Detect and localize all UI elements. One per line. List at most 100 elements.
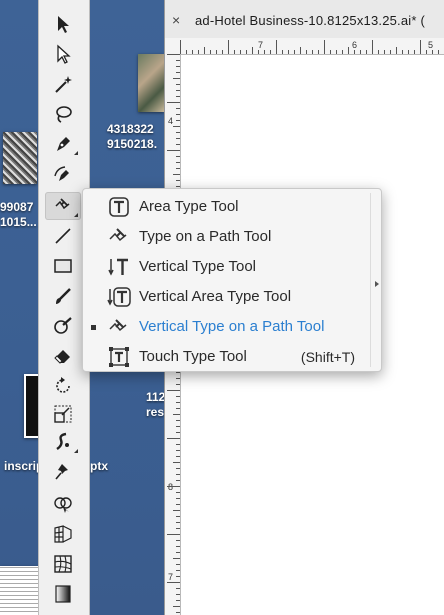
more-tools-indicator xyxy=(74,213,78,217)
ruler-tick xyxy=(402,50,403,54)
puppet-warp-tool[interactable] xyxy=(45,458,81,486)
ruler-tick xyxy=(396,47,397,54)
ruler-tick xyxy=(176,480,180,481)
desktop-file-label[interactable]: res xyxy=(146,405,164,419)
ruler-tick xyxy=(414,50,415,54)
ruler-tick xyxy=(176,600,180,601)
line-segment-tool[interactable] xyxy=(45,222,81,250)
desktop-file-label[interactable]: 112 xyxy=(146,390,165,404)
type-on-path-icon xyxy=(109,228,127,242)
ruler-tick xyxy=(306,50,307,54)
ruler-tick xyxy=(432,50,433,54)
arrow-white-icon xyxy=(57,44,71,64)
document-tab-title[interactable]: ad-Hotel Business-10.8125x13.25.ai* ( xyxy=(195,13,425,28)
ruler-tick xyxy=(378,50,379,54)
perspective-grid-tool[interactable] xyxy=(45,520,81,548)
ruler-tick xyxy=(216,50,217,54)
rectangle-tool[interactable] xyxy=(45,252,81,280)
ruler-tick xyxy=(167,54,180,55)
flyout-tearoff-strip[interactable] xyxy=(370,193,381,367)
ruler-tick xyxy=(198,50,199,54)
shape-builder-tool[interactable] xyxy=(45,490,81,518)
ruler-tick xyxy=(420,40,421,54)
ruler-tick xyxy=(222,50,223,54)
desktop-file-label[interactable]: 4318322 xyxy=(107,122,154,136)
rotate-tool[interactable] xyxy=(45,372,81,400)
curvature-pen-icon xyxy=(54,166,69,181)
ruler-tick xyxy=(176,594,180,595)
ruler-tick xyxy=(294,50,295,54)
ruler-tick xyxy=(173,78,180,79)
ruler-tick xyxy=(167,582,180,583)
ruler-tick xyxy=(336,50,337,54)
ruler-tick xyxy=(173,414,180,415)
menu-item-label: Area Type Tool xyxy=(139,198,239,215)
more-tools-indicator xyxy=(74,449,78,453)
ruler-tick xyxy=(176,162,180,163)
mesh-tool[interactable] xyxy=(45,550,81,578)
ruler-tick xyxy=(176,570,180,571)
selection-tool[interactable] xyxy=(45,10,81,38)
desktop-file-label[interactable]: ptx xyxy=(90,459,108,473)
lasso-tool[interactable] xyxy=(45,100,81,128)
ruler-tick xyxy=(167,150,180,151)
ruler-tick xyxy=(330,50,331,54)
menu-item-vertical-type-tool[interactable]: Vertical Type Tool xyxy=(83,252,369,282)
desktop-file-label[interactable]: 99087 xyxy=(0,200,33,214)
arrow-black-icon xyxy=(58,16,69,33)
paintbrush-icon xyxy=(56,288,71,304)
ruler-tick xyxy=(438,50,439,54)
ruler-tick xyxy=(270,50,271,54)
ruler-tick xyxy=(176,612,180,613)
pen-tool[interactable] xyxy=(45,130,81,158)
rectangle-icon xyxy=(54,259,72,273)
scale-icon xyxy=(54,405,72,423)
desktop-file-label[interactable]: 1015... xyxy=(0,215,37,229)
warp-tool[interactable] xyxy=(45,428,81,456)
type-on-path-icon xyxy=(55,198,70,210)
ruler-tick xyxy=(176,450,180,451)
ruler-tick xyxy=(176,456,180,457)
eraser-tool[interactable] xyxy=(45,342,81,370)
menu-item-vertical-area-type-tool[interactable]: Vertical Area Type Tool xyxy=(83,282,369,312)
menu-item-type-on-path-tool[interactable]: Type on a Path Tool xyxy=(83,222,369,252)
desktop-file-label[interactable]: 9150218. xyxy=(107,137,157,151)
ruler-tick xyxy=(176,180,180,181)
desktop-file-thumbnail[interactable] xyxy=(138,54,164,112)
ruler-tick xyxy=(176,498,180,499)
ruler-tick xyxy=(186,50,187,54)
ruler-tick xyxy=(180,40,181,54)
direct-selection-tool[interactable] xyxy=(45,40,81,68)
ruler-tick xyxy=(426,50,427,54)
ruler-tick xyxy=(176,66,180,67)
gradient-tool[interactable] xyxy=(45,580,81,608)
ruler-tick xyxy=(176,564,180,565)
curvature-tool[interactable] xyxy=(45,160,81,188)
magic-wand-tool[interactable] xyxy=(45,70,81,98)
desktop-file-thumbnail[interactable] xyxy=(3,132,37,184)
ruler-tick xyxy=(167,438,180,439)
shape-builder-icon xyxy=(54,497,72,513)
ruler-tick xyxy=(176,522,180,523)
horizontal-ruler[interactable]: 7 6 5 xyxy=(180,38,444,55)
ruler-tick xyxy=(176,504,180,505)
menu-item-touch-type-tool[interactable]: Touch Type Tool (Shift+T) xyxy=(83,342,369,372)
ruler-tick xyxy=(408,50,409,54)
warp-icon xyxy=(56,432,69,450)
close-tab-icon[interactable]: × xyxy=(172,13,180,27)
desktop-file-thumbnail[interactable] xyxy=(0,566,40,615)
scale-tool[interactable] xyxy=(45,400,81,428)
menu-item-area-type-tool[interactable]: Area Type Tool xyxy=(83,192,369,222)
blob-brush-tool[interactable] xyxy=(45,312,81,340)
ruler-tick xyxy=(176,426,180,427)
type-on-path-tool[interactable] xyxy=(45,192,81,220)
type-tools-flyout-menu: Area Type Tool Type on a Path Tool Verti… xyxy=(82,188,382,372)
document-tab-bar: × ad-Hotel Business-10.8125x13.25.ai* ( xyxy=(165,0,444,39)
ruler-tick xyxy=(390,50,391,54)
menu-item-vertical-type-on-path-tool[interactable]: Vertical Type on a Path Tool xyxy=(83,312,369,342)
ruler-tick xyxy=(173,462,180,463)
ruler-corner[interactable] xyxy=(165,38,181,55)
ruler-tick xyxy=(176,540,180,541)
ruler-tick xyxy=(300,47,301,54)
paintbrush-tool[interactable] xyxy=(45,282,81,310)
